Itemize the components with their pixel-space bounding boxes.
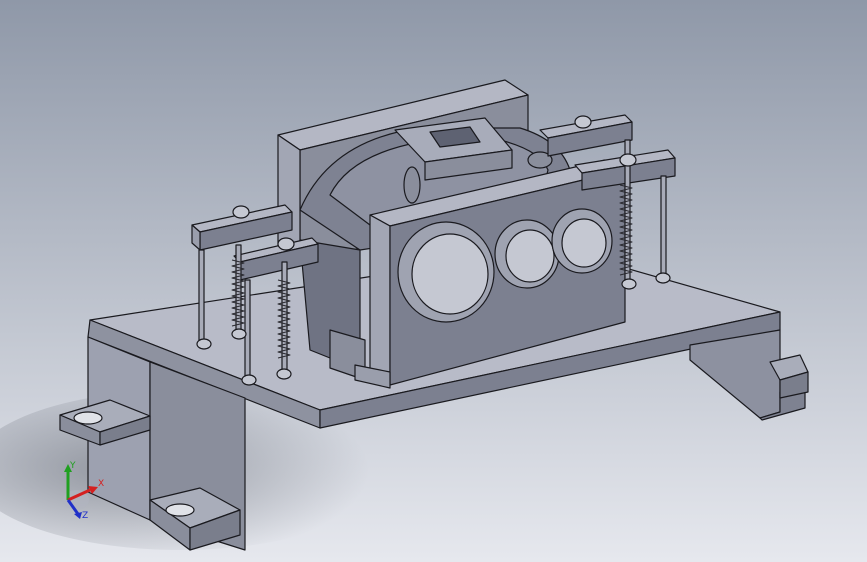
mounting-slot	[73, 411, 103, 425]
z-axis-head	[74, 512, 82, 519]
x-axis-label: X	[98, 479, 104, 489]
coordinate-triad: Y X Z	[63, 461, 104, 520]
assembly-model-view[interactable]	[0, 0, 867, 562]
bearing-bore-3	[551, 208, 613, 274]
y-axis-label: Y	[69, 461, 76, 471]
bearing-bore-1	[397, 221, 495, 323]
mounting-slot	[165, 503, 195, 517]
bearing-bore-2	[494, 219, 560, 289]
cad-viewport[interactable]: Y X Z	[0, 0, 867, 562]
z-axis-label: Z	[82, 511, 88, 520]
